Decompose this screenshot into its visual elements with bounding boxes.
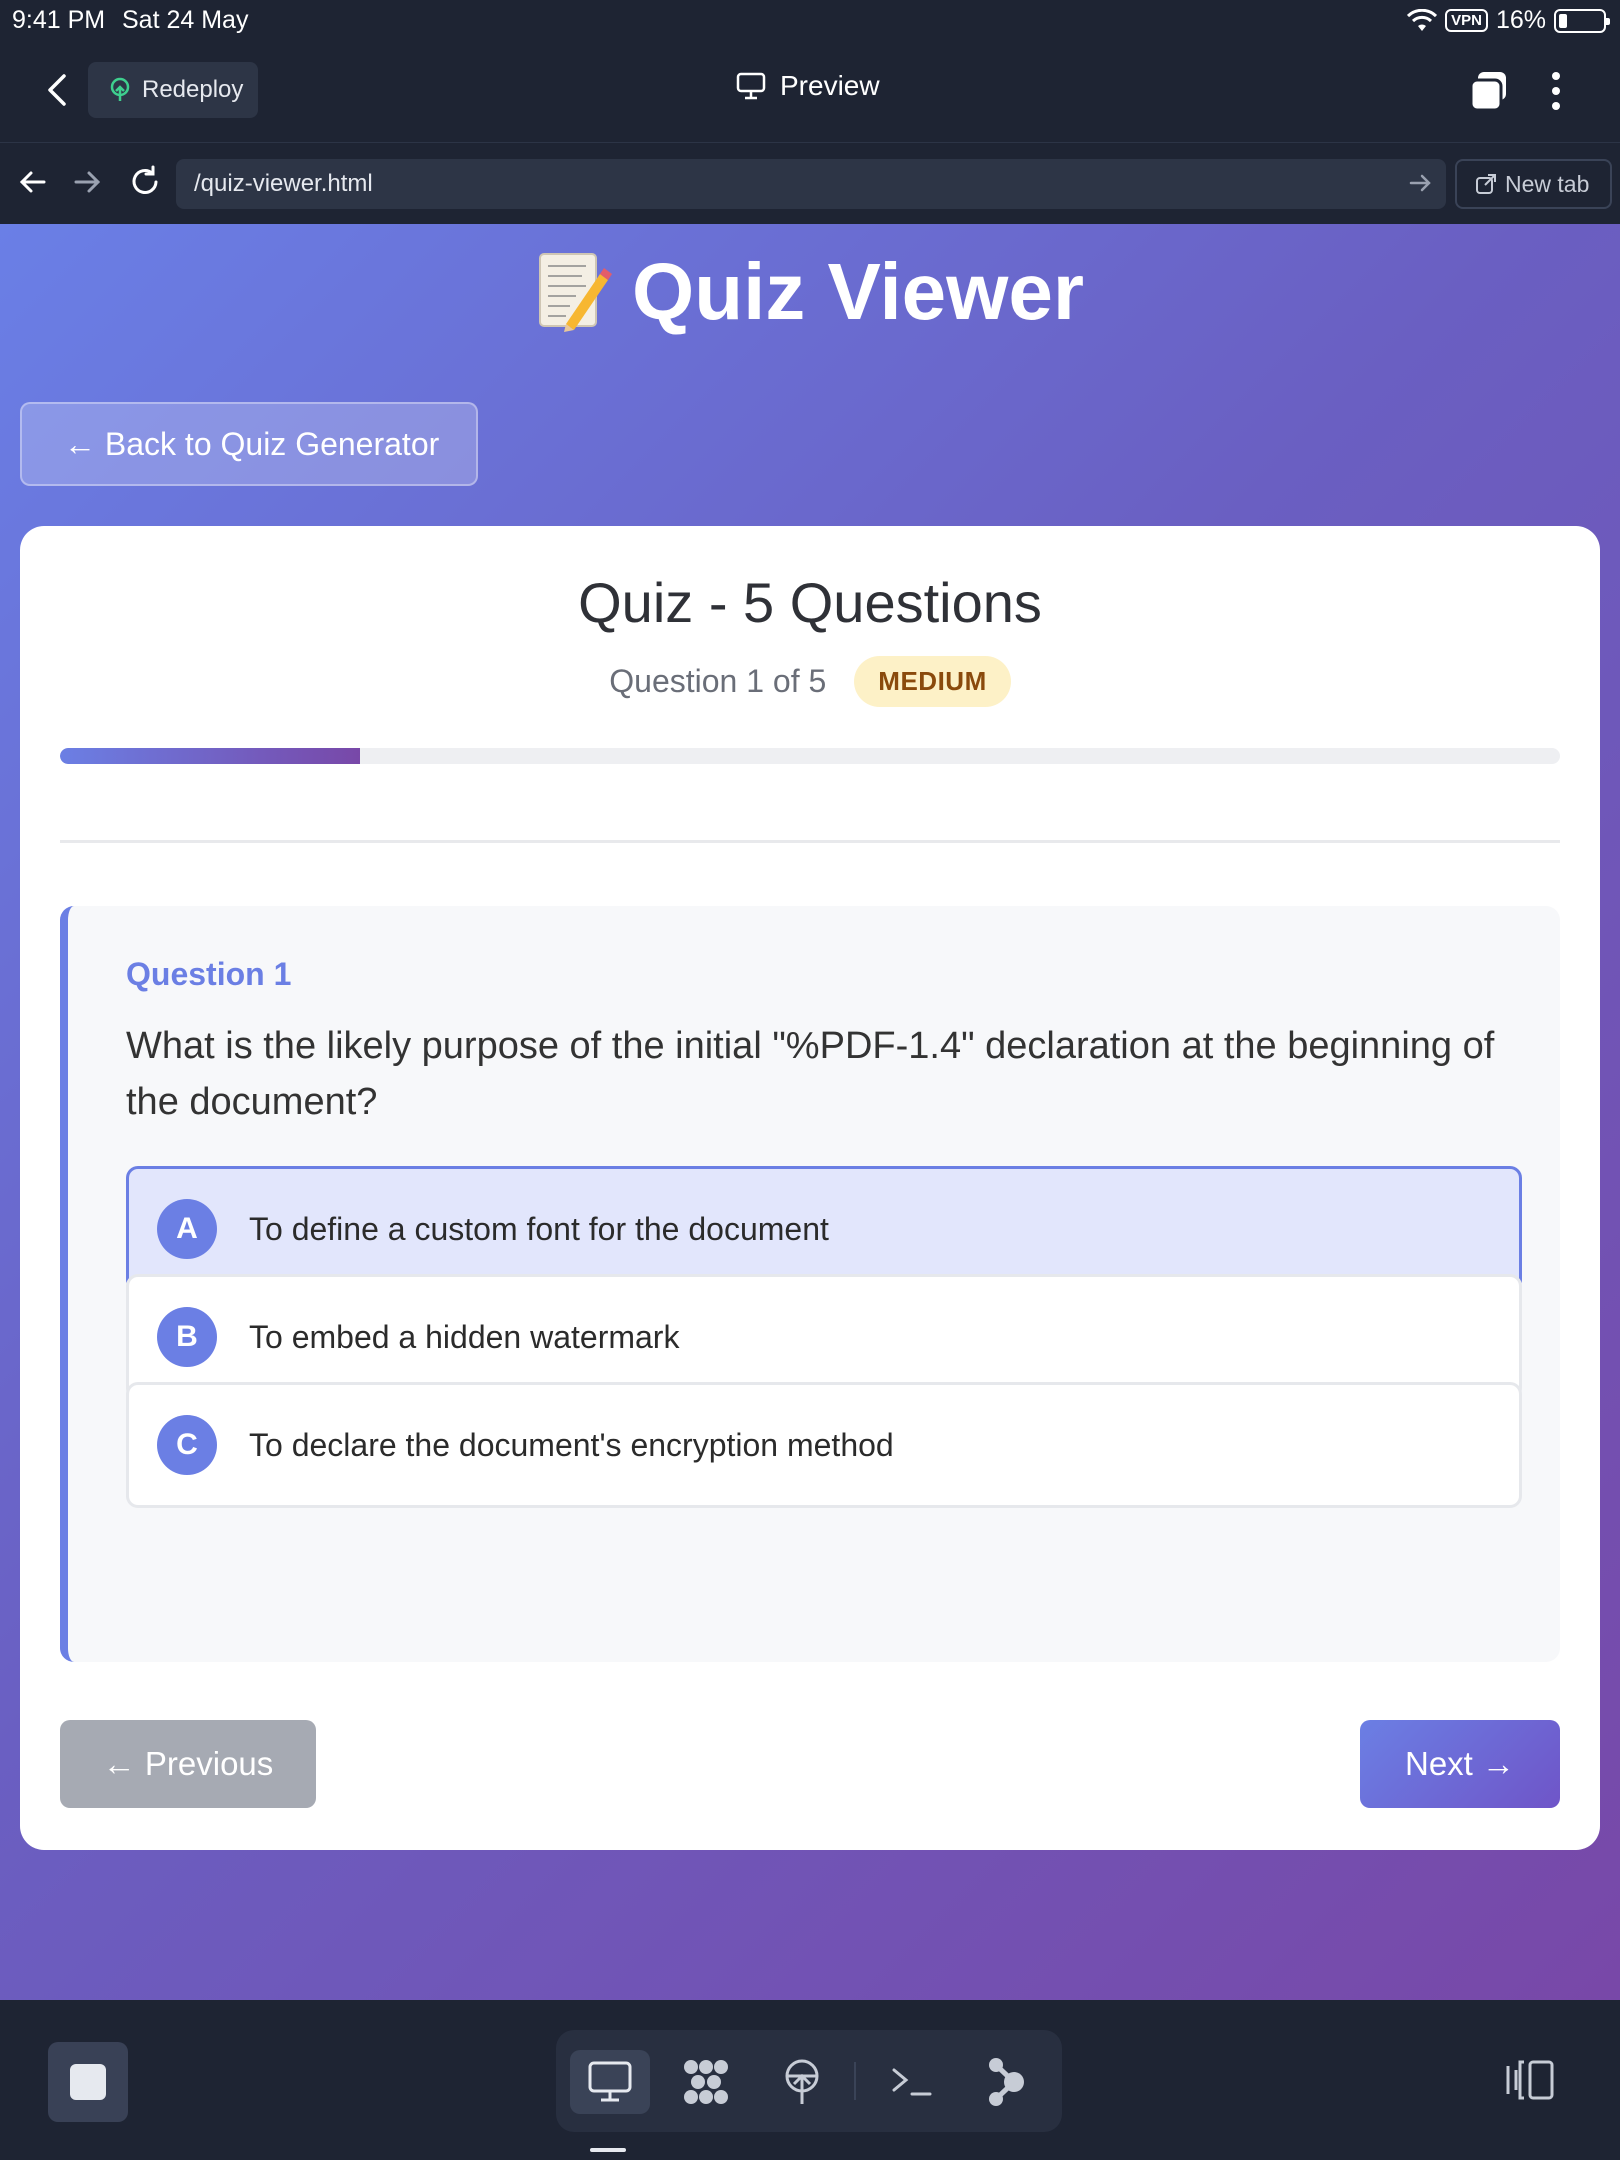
top-nav: Redeploy Preview	[0, 40, 1620, 143]
page-title: Quiz Viewer	[631, 247, 1085, 336]
toolbar-separator	[854, 2062, 856, 2100]
browser-back-icon[interactable]	[18, 167, 48, 197]
question-text: What is the likely purpose of the initia…	[126, 1025, 1495, 1123]
difficulty-badge: MEDIUM	[854, 656, 1011, 707]
question-box: Question 1 What is the likely purpose of…	[60, 906, 1560, 1662]
previous-button[interactable]: ← Previous	[60, 1720, 316, 1808]
page-content: Quiz Viewer ← Back to Quiz Generator Qui…	[0, 224, 1620, 2000]
memo-icon	[538, 253, 612, 332]
option-letter: B	[157, 1307, 217, 1367]
monitor-icon	[736, 72, 766, 100]
back-chevron-icon[interactable]	[40, 70, 74, 110]
url-text: /quiz-viewer.html	[194, 170, 373, 197]
progress-fill	[60, 748, 360, 764]
next-button[interactable]: Next →	[1360, 1720, 1560, 1808]
apps-icon[interactable]	[666, 2050, 746, 2114]
deploy-icon[interactable]	[762, 2050, 842, 2114]
redeploy-button[interactable]: Redeploy	[88, 62, 258, 118]
browser-forward-icon[interactable]	[72, 167, 102, 197]
preview-title: Preview	[736, 70, 880, 102]
option-text: To embed a hidden watermark	[249, 1318, 680, 1355]
option-c[interactable]: C To declare the document's encryption m…	[126, 1382, 1522, 1508]
divider	[60, 840, 1560, 843]
redeploy-icon	[110, 77, 130, 101]
app-title: Quiz Viewer	[0, 246, 1620, 338]
more-icon[interactable]	[1550, 70, 1562, 112]
stop-button[interactable]	[48, 2042, 128, 2122]
quiz-card: Quiz - 5 Questions Question 1 of 5 MEDIU…	[20, 526, 1600, 1850]
option-text: To define a custom font for the document	[249, 1210, 829, 1247]
go-arrow-icon[interactable]	[1408, 171, 1432, 195]
tabs-icon[interactable]	[1468, 70, 1510, 112]
progress-bar	[60, 748, 1560, 764]
status-time: 9:41 PM	[12, 6, 106, 34]
option-text: To declare the document's encryption met…	[249, 1426, 894, 1463]
home-indicator	[590, 2148, 626, 2152]
desktop-icon[interactable]	[570, 2050, 650, 2114]
reload-icon[interactable]	[128, 165, 162, 199]
url-bar-row: /quiz-viewer.html New tab	[0, 143, 1620, 224]
external-link-icon	[1476, 174, 1496, 194]
url-field[interactable]: /quiz-viewer.html	[176, 159, 1446, 209]
battery-icon	[1554, 8, 1610, 33]
status-indicators: VPN 16%	[1407, 6, 1610, 35]
new-tab-label: New tab	[1505, 170, 1590, 197]
quiz-meta: Question 1 of 5 MEDIUM	[20, 656, 1600, 707]
preview-label: Preview	[780, 70, 880, 101]
battery-percent: 16%	[1495, 6, 1546, 34]
wifi-icon	[1407, 8, 1438, 31]
vpn-badge: VPN	[1445, 9, 1488, 32]
option-letter: C	[157, 1415, 217, 1475]
terminal-icon[interactable]	[872, 2050, 952, 2114]
bottom-dock	[0, 2000, 1620, 2160]
option-letter: A	[157, 1199, 217, 1259]
redeploy-label: Redeploy	[142, 76, 244, 103]
flow-icon[interactable]	[966, 2050, 1046, 2114]
question-counter: Question 1 of 5	[609, 663, 827, 699]
quiz-title: Quiz - 5 Questions	[578, 571, 1042, 634]
status-date: Sat 24 May	[122, 6, 249, 34]
sidebar-toggle-icon[interactable]	[1504, 2058, 1556, 2102]
new-tab-button[interactable]: New tab	[1455, 159, 1612, 209]
back-to-generator-button[interactable]: ← Back to Quiz Generator	[20, 402, 478, 486]
stop-icon	[70, 2064, 106, 2100]
question-label: Question 1	[126, 956, 292, 992]
dock-toolbar	[556, 2030, 1062, 2132]
status-bar: 9:41 PM Sat 24 May VPN 16%	[0, 0, 1620, 40]
